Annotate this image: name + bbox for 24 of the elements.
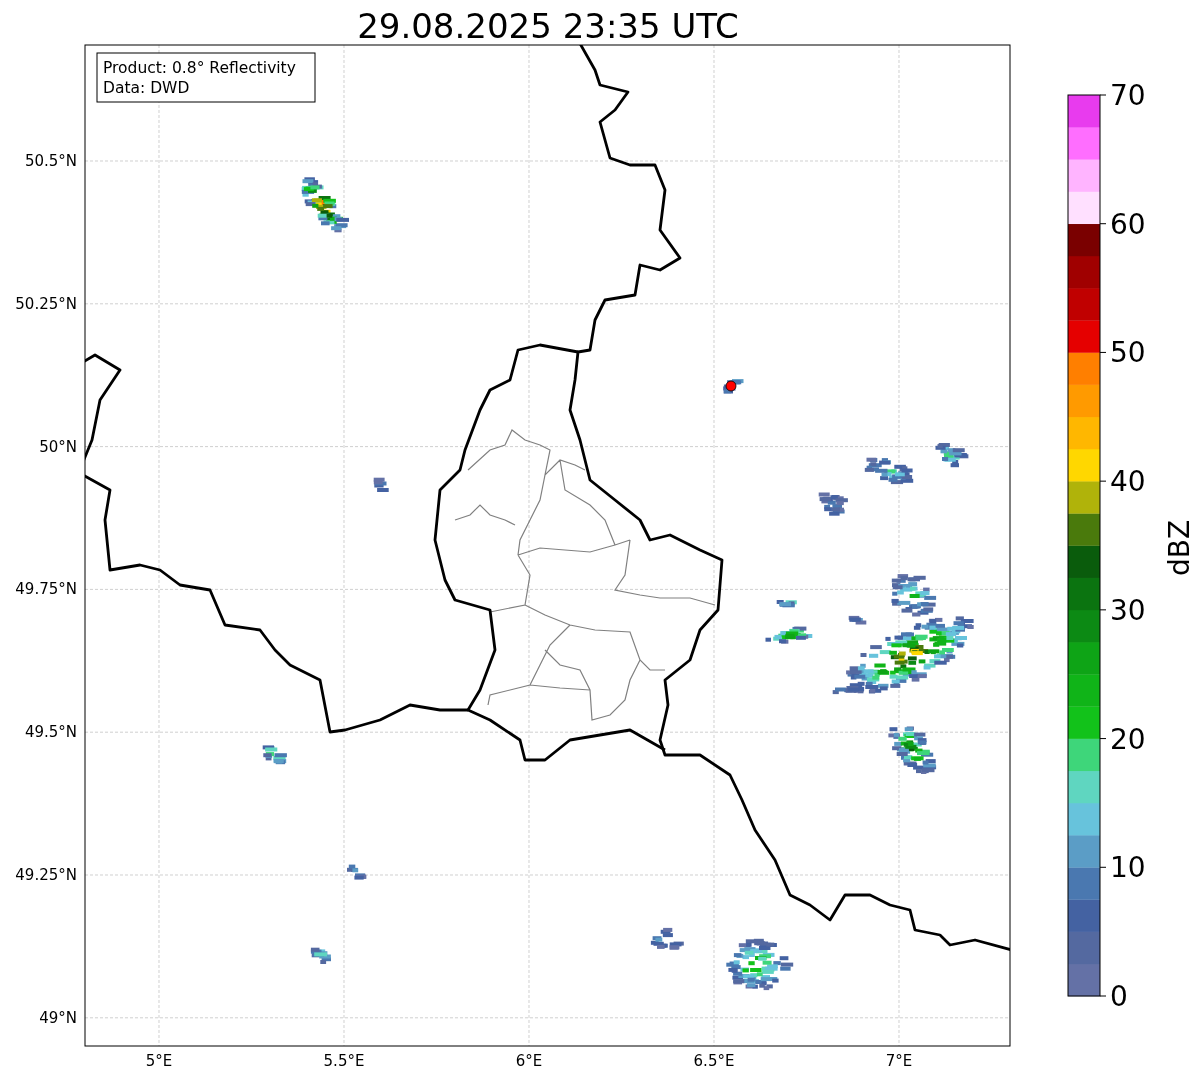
- colorbar-tick-label: 30: [1110, 593, 1146, 627]
- axis-tick-label: 5°E: [145, 1052, 173, 1070]
- axis-tick-label: 7°E: [885, 1052, 913, 1070]
- axis-tick-label: 49.5°N: [24, 723, 77, 742]
- colorbar-tick-label: 50: [1110, 336, 1146, 370]
- axis-tick-label: 49°N: [39, 1008, 77, 1027]
- axis-tick-label: 49.75°N: [15, 580, 77, 599]
- info-text: Product: 0.8° Reflectivity: [103, 59, 296, 77]
- colorbar-tick-label: 20: [1110, 722, 1146, 756]
- colorbar-tick-label: 10: [1110, 851, 1146, 885]
- axis-tick-label: 49.25°N: [15, 866, 77, 884]
- axis-tick-label: 50°N: [39, 437, 77, 456]
- colorbar-label: dBZ: [1163, 519, 1196, 577]
- axis-tick-label: 6.5°E: [693, 1052, 735, 1070]
- colorbar-tick-label: 0: [1110, 980, 1128, 1013]
- axis-tick-label: 5.5°E: [323, 1052, 365, 1070]
- axis-tick-label: 50.25°N: [15, 294, 77, 313]
- colorbar-tick-label: 60: [1110, 207, 1146, 241]
- chart-title: 29.08.2025 23:35 UTC: [357, 6, 739, 46]
- axis-tick-label: 50.5°N: [24, 152, 77, 170]
- colorbar-tick-label: 40: [1110, 465, 1146, 499]
- axis-tick-label: 6°E: [515, 1052, 543, 1070]
- info-text: Data: DWD: [103, 79, 190, 97]
- colorbar-tick-label: 70: [1110, 79, 1146, 112]
